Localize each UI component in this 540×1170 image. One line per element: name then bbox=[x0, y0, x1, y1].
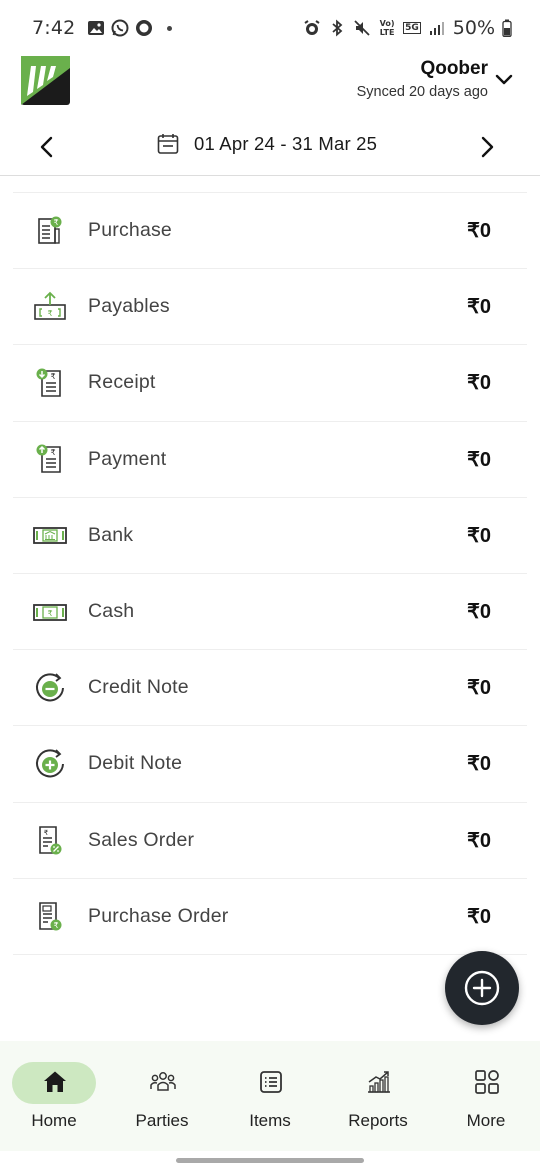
list-item-label: Purchase bbox=[88, 219, 172, 242]
list-item-credit-note[interactable]: Credit Note ₹0 bbox=[13, 650, 527, 727]
list-item-label: Purchase Order bbox=[88, 904, 229, 927]
list-item-amount: ₹0 bbox=[467, 524, 491, 547]
list-item-amount: ₹0 bbox=[467, 220, 491, 243]
bluetooth-icon bbox=[332, 19, 343, 37]
bottom-navigation: Home Parties Items Reports More bbox=[0, 1041, 540, 1151]
svg-text:₹: ₹ bbox=[53, 218, 58, 227]
list-item-bank[interactable]: Bank ₹0 bbox=[13, 498, 527, 574]
date-range-bar: 01 Apr 24 - 31 Mar 25 bbox=[0, 118, 540, 176]
network-type-label: 5G bbox=[403, 22, 421, 34]
home-icon bbox=[44, 1071, 66, 1092]
debit-note-icon bbox=[36, 749, 64, 778]
sales-order-icon: ₹ bbox=[39, 826, 62, 855]
list-item-debit-note[interactable]: Debit Note ₹0 bbox=[13, 726, 527, 803]
nav-reports[interactable]: Reports bbox=[324, 1041, 432, 1151]
gesture-home-bar[interactable] bbox=[176, 1158, 364, 1163]
chevron-down-icon[interactable] bbox=[494, 72, 514, 88]
svg-text:₹: ₹ bbox=[47, 609, 52, 618]
list-item-amount: ₹0 bbox=[467, 448, 491, 471]
status-bar: 7:42 Vo) LTE 5G 50% bbox=[0, 0, 540, 56]
nav-label: More bbox=[466, 1111, 506, 1130]
battery-icon bbox=[502, 19, 512, 37]
status-bar-right: Vo) LTE 5G 50% bbox=[303, 17, 512, 39]
more-notifications-dot bbox=[167, 25, 173, 31]
payment-icon: ₹ bbox=[36, 444, 61, 473]
list-item-sales-order[interactable]: ₹ Sales Order ₹0 bbox=[13, 803, 527, 879]
list-item-payment[interactable]: ₹ Payment ₹0 bbox=[13, 422, 527, 498]
app-logo bbox=[21, 56, 70, 105]
list-item-label: Receipt bbox=[88, 371, 156, 394]
alarm-icon bbox=[304, 20, 320, 35]
list-item-payables[interactable]: ₹ Payables ₹0 bbox=[13, 269, 527, 346]
company-name: Qoober bbox=[420, 58, 488, 79]
list-item-amount: ₹0 bbox=[467, 905, 491, 928]
sync-status: Synced 20 days ago bbox=[356, 84, 488, 100]
list-item-label: Credit Note bbox=[88, 676, 189, 699]
status-bar-left: 7:42 bbox=[32, 17, 173, 39]
list-item-purchase-order[interactable]: ₹ Purchase Order ₹0 bbox=[13, 879, 527, 955]
nav-label: Items bbox=[249, 1111, 291, 1130]
svg-text:₹: ₹ bbox=[50, 372, 55, 381]
list-item-label: Debit Note bbox=[88, 752, 183, 775]
svg-text:₹: ₹ bbox=[44, 829, 49, 837]
payables-icon: ₹ bbox=[34, 291, 66, 320]
purchase-bill-icon: ₹ bbox=[38, 216, 62, 244]
battery-percent: 50% bbox=[452, 17, 495, 39]
list-item-amount: ₹0 bbox=[467, 296, 491, 319]
list-item-amount: ₹0 bbox=[467, 753, 491, 776]
svg-text:₹: ₹ bbox=[47, 309, 52, 318]
company-switcher[interactable]: Qoober Synced 20 days ago bbox=[357, 58, 488, 100]
date-range-label: 01 Apr 24 - 31 Mar 25 bbox=[194, 133, 378, 154]
svg-text:₹: ₹ bbox=[53, 921, 58, 930]
list-item-label: Cash bbox=[88, 600, 135, 623]
list-item-purchase[interactable]: ₹ Purchase ₹0 bbox=[13, 193, 527, 270]
list-item-label: Payment bbox=[88, 447, 167, 470]
add-circle-icon bbox=[464, 970, 500, 1006]
parties-icon bbox=[150, 1072, 176, 1091]
mute-icon bbox=[354, 20, 370, 36]
nav-parties[interactable]: Parties bbox=[108, 1041, 216, 1151]
list-item-label: Sales Order bbox=[88, 828, 195, 851]
app-header: Qoober Synced 20 days ago bbox=[0, 56, 540, 116]
purchase-order-icon: ₹ bbox=[39, 902, 62, 931]
gallery-notification-icon bbox=[88, 21, 105, 35]
svg-text:₹: ₹ bbox=[50, 448, 55, 457]
list-item-label: Bank bbox=[88, 523, 134, 546]
next-period-button[interactable] bbox=[476, 134, 498, 160]
nav-label: Home bbox=[31, 1111, 77, 1130]
list-item-receipt[interactable]: ₹ Receipt ₹0 bbox=[13, 345, 527, 422]
cash-note-icon: ₹ bbox=[33, 603, 67, 621]
summary-list: ₹ Purchase ₹0 ₹ Payables ₹0 ₹ Receipt ₹0… bbox=[13, 192, 527, 955]
list-item-amount: ₹0 bbox=[467, 601, 491, 624]
nav-home[interactable]: Home bbox=[0, 1041, 108, 1151]
list-item-amount: ₹0 bbox=[467, 677, 491, 700]
volte-label: Vo) LTE bbox=[379, 19, 395, 37]
items-icon bbox=[260, 1071, 282, 1093]
signal-strength-icon bbox=[429, 22, 444, 35]
credit-note-icon bbox=[36, 673, 64, 702]
nav-items[interactable]: Items bbox=[216, 1041, 324, 1151]
bank-note-icon bbox=[33, 527, 67, 545]
list-item-amount: ₹0 bbox=[467, 829, 491, 852]
nav-more[interactable]: More bbox=[432, 1041, 540, 1151]
calendar-icon bbox=[157, 134, 179, 154]
nav-label: Reports bbox=[348, 1111, 408, 1130]
list-item-amount: ₹0 bbox=[467, 372, 491, 395]
status-time: 7:42 bbox=[32, 17, 76, 39]
receipt-icon: ₹ bbox=[36, 368, 61, 397]
list-item-label: Payables bbox=[88, 295, 170, 318]
date-range-selector[interactable]: 01 Apr 24 - 31 Mar 25 bbox=[156, 132, 377, 156]
previous-period-button[interactable] bbox=[36, 134, 58, 160]
reports-icon bbox=[368, 1071, 390, 1093]
record-notification-icon bbox=[136, 20, 153, 36]
add-new-button[interactable] bbox=[445, 951, 519, 1025]
more-grid-icon bbox=[475, 1070, 499, 1094]
nav-label: Parties bbox=[135, 1111, 189, 1130]
list-item-cash[interactable]: ₹ Cash ₹0 bbox=[13, 574, 527, 651]
whatsapp-notification-icon bbox=[111, 19, 129, 37]
